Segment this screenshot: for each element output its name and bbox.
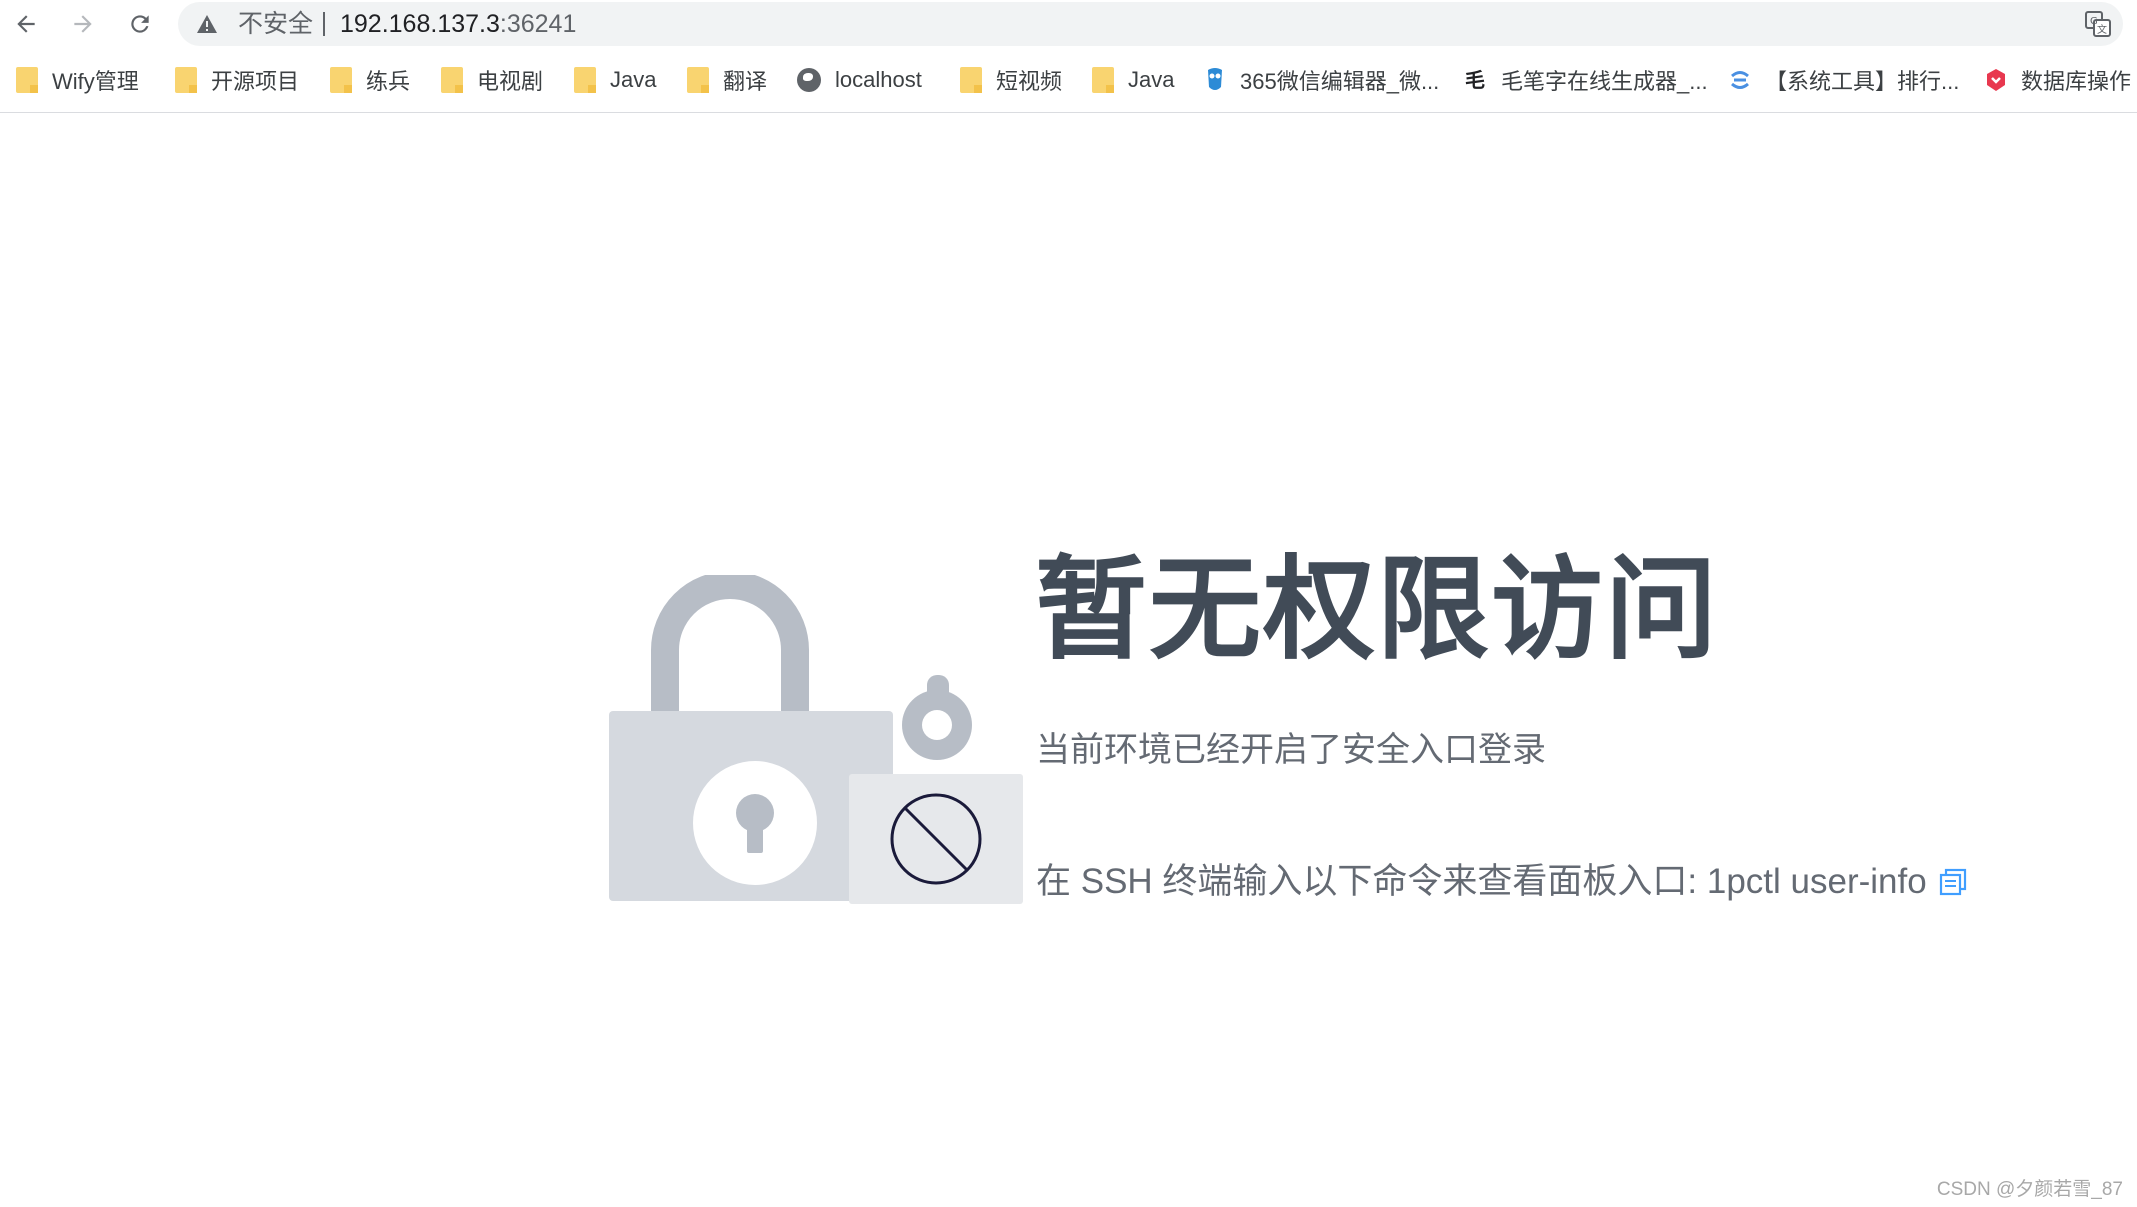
back-button[interactable]	[8, 6, 44, 42]
bookmarks-bar: Wify管理 开源项目 练兵 电视剧 Java 翻译 localhost 短视频…	[0, 58, 2137, 102]
warning-icon[interactable]	[196, 14, 218, 34]
ssh-hint: 在 SSH 终端输入以下命令来查看面板入口: 1pctl user-info	[1036, 860, 1967, 904]
reload-icon	[131, 15, 149, 33]
folder-icon	[330, 67, 352, 93]
bookmark-label: 毛笔字在线生成器_...	[1501, 69, 1708, 94]
bookmark-label: 翻译	[723, 69, 768, 94]
folder-icon	[441, 67, 463, 93]
bookmark-label: Java	[1128, 67, 1175, 92]
translate-icon[interactable]: G 文	[2085, 11, 2111, 37]
brush-icon: 毛	[1465, 68, 1485, 92]
svg-text:毛: 毛	[1465, 68, 1485, 92]
ssh-hint-text: 在 SSH 终端输入以下命令来查看面板入口: 1pctl user-info	[1036, 862, 1927, 901]
page-subtitle: 当前环境已经开启了安全入口登录	[1036, 731, 1546, 769]
bookmark-365-editor[interactable]: 365微信编辑器_微...	[1204, 64, 1439, 96]
bookmark-wify[interactable]: Wify管理	[16, 64, 139, 96]
arrow-right-icon	[74, 15, 92, 33]
database-icon	[1987, 69, 2005, 91]
url-port: :36241	[499, 10, 577, 38]
bookmark-label: 开源项目	[211, 69, 300, 94]
bookmark-open-source[interactable]: 开源项目	[175, 64, 299, 96]
arrow-left-icon	[17, 15, 35, 33]
bookmark-label: 数据库操作	[2021, 69, 2132, 94]
folder-icon	[16, 67, 38, 93]
bookmark-translate[interactable]: 翻译	[687, 64, 767, 96]
folder-icon	[574, 67, 596, 93]
browser-toolbar: 不安全 192.168.137.3:36241 G 文	[0, 0, 2137, 48]
bookmark-label: Java	[610, 67, 657, 92]
bookmark-java[interactable]: Java	[574, 64, 656, 96]
bookmark-label: 练兵	[366, 69, 411, 94]
page-title: 暂无权限访问	[1035, 547, 1719, 672]
copy-icon[interactable]	[1939, 868, 1967, 896]
address-bar[interactable]: 不安全 192.168.137.3:36241 G 文	[178, 2, 2123, 46]
bookmark-label: 365微信编辑器_微...	[1240, 69, 1440, 94]
folder-icon	[1092, 67, 1114, 93]
bookmark-label: 电视剧	[477, 69, 544, 94]
folder-icon	[175, 67, 197, 93]
bookmark-brush-font[interactable]: 毛 毛笔字在线生成器_...	[1465, 64, 1708, 96]
locked-illustration	[609, 575, 1023, 904]
bookmark-database[interactable]: 数据库操作	[1985, 64, 2131, 96]
bookmark-system-tools[interactable]: 【系统工具】排行...	[1729, 64, 1959, 96]
globe-icon	[797, 68, 821, 92]
folder-icon	[687, 67, 709, 93]
bookmark-label: localhost	[835, 67, 922, 92]
url-text[interactable]: 192.168.137.3:36241	[340, 10, 576, 38]
bookmark-label: Wify管理	[52, 69, 139, 94]
bookmark-java-2[interactable]: Java	[1092, 64, 1174, 96]
browser-chrome: 不安全 192.168.137.3:36241 G 文 Wify管理 开源项目 …	[0, 0, 2137, 113]
folder-icon	[960, 67, 982, 93]
url-host: 192.168.137.3	[340, 10, 500, 38]
tool-icon	[1731, 71, 1749, 89]
bookmark-localhost[interactable]: localhost	[797, 64, 922, 96]
svg-text:文: 文	[2097, 23, 2107, 36]
watermark: CSDN @夕颜若雪_87	[1936, 1179, 2123, 1200]
omnibox-divider	[323, 12, 325, 36]
bookmark-label: 【系统工具】排行...	[1765, 69, 1960, 94]
owl-icon	[1208, 68, 1222, 90]
bookmark-short-video[interactable]: 短视频	[960, 64, 1062, 96]
security-label[interactable]: 不安全	[238, 10, 313, 38]
bookmark-tv-series[interactable]: 电视剧	[441, 64, 543, 96]
bookmark-practice[interactable]: 练兵	[330, 64, 410, 96]
forward-button[interactable]	[65, 6, 101, 42]
bookmark-label: 短视频	[996, 69, 1063, 94]
reload-button[interactable]	[122, 6, 158, 42]
